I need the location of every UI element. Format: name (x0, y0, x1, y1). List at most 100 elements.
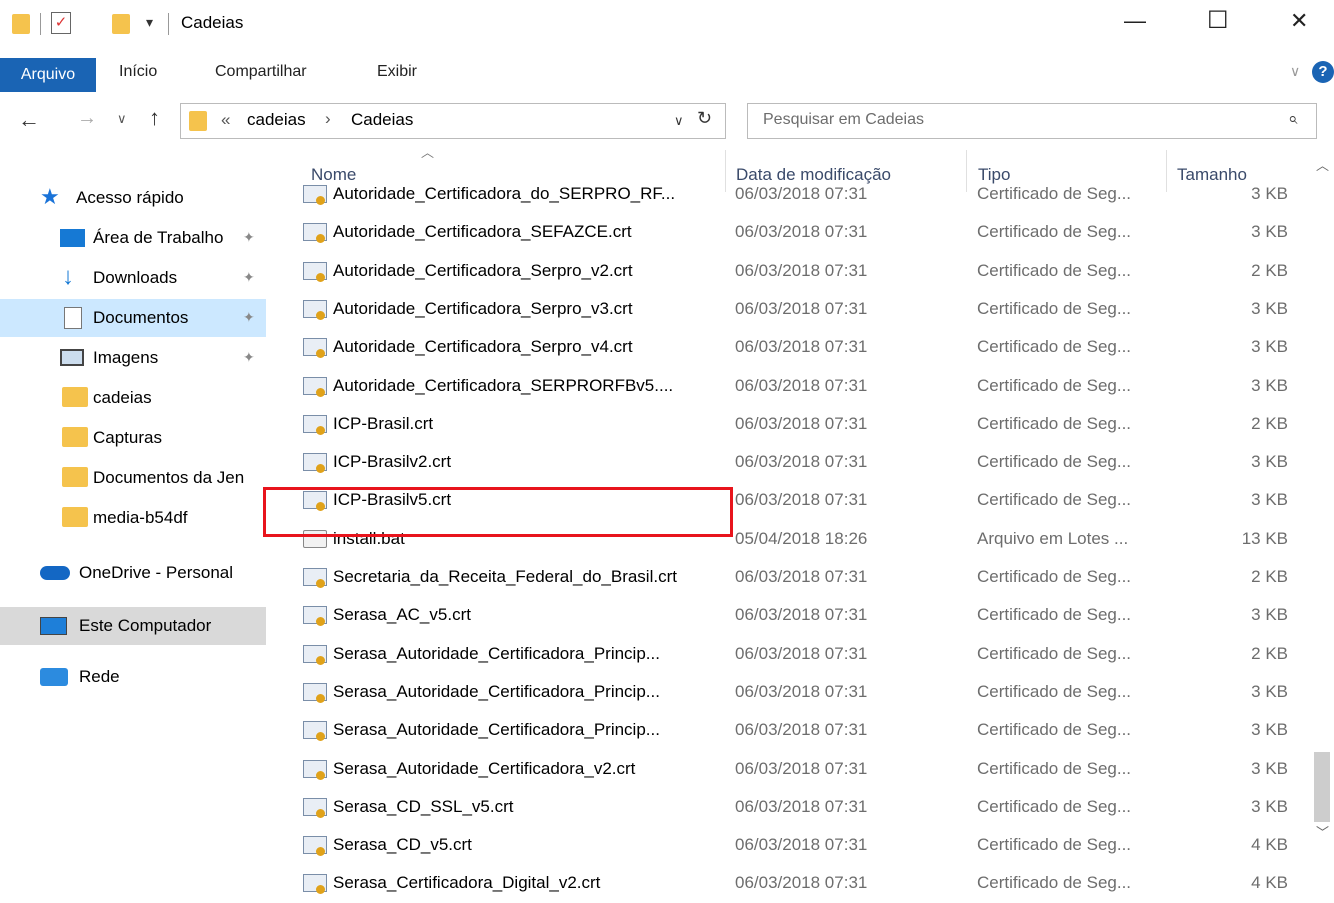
nav-label: Este Computador (79, 616, 212, 635)
file-row[interactable]: Serasa_Autoridade_Certificadora_v2.crt 06… (270, 751, 1306, 789)
file-date: 06/03/2018 07:31 (735, 490, 868, 510)
file-name: Autoridade_Certificadora_SERPRORFBv5.... (333, 375, 674, 395)
certificate-seal-icon (316, 617, 325, 627)
file-date: 06/03/2018 07:31 (735, 681, 868, 701)
nav-item-media-b54df[interactable]: media-b54df (0, 499, 266, 537)
file-size: 3 KB (1251, 337, 1288, 357)
file-name: Autoridade_Certificadora_Serpro_v3.crt (333, 298, 633, 318)
properties-checkbox-icon[interactable]: ✓ (51, 12, 71, 34)
file-row[interactable]: Autoridade_Certificadora_Serpro_v2.crt 06… (270, 253, 1306, 291)
vertical-scrollbar[interactable] (1310, 150, 1334, 841)
folder-icon (12, 14, 30, 34)
window-title: Cadeias (181, 13, 244, 32)
file-row[interactable]: Autoridade_Certificadora_Serpro_v3.crt 06… (270, 291, 1306, 329)
tab-exibir[interactable]: Exibir (377, 63, 417, 81)
close-button[interactable]: ✕ (1290, 8, 1308, 34)
file-name: Autoridade_Certificadora_SEFAZCE.crt (333, 222, 632, 242)
file-row[interactable]: Secretaria_da_Receita_Federal_do_Brasil.… (270, 559, 1306, 597)
folder-icon (62, 507, 88, 527)
tab-compartilhar[interactable]: Compartilhar (215, 63, 307, 81)
address-dropdown-icon[interactable]: ∨ (674, 113, 684, 129)
file-date: 06/03/2018 07:31 (735, 184, 868, 203)
file-name: Serasa_Certificadora_Digital_v2.crt (333, 873, 601, 893)
certificate-seal-icon (316, 770, 325, 780)
up-arrow-icon[interactable]: ↑ (149, 105, 160, 131)
back-arrow-icon[interactable]: ← (18, 107, 40, 133)
pin-icon[interactable]: ✦ (243, 349, 255, 366)
nav-label: Documentos da Jen (93, 468, 245, 487)
certificate-icon (303, 223, 327, 244)
nav-item-documentos-da-jen[interactable]: Documentos da Jen (0, 459, 266, 497)
file-row[interactable]: Serasa_CD_v5.crt 06/03/2018 07:31 Certific… (270, 827, 1306, 865)
file-size: 3 KB (1251, 490, 1288, 510)
certificate-seal-icon (316, 272, 325, 282)
nav-item-downloads[interactable]: ↓ Downloads ✦ (0, 259, 266, 297)
search-icon[interactable]: ⌕ (1288, 109, 1298, 129)
file-row[interactable]: Autoridade_Certificadora_SEFAZCE.crt 06/0… (270, 214, 1306, 252)
file-row[interactable]: Autoridade_Certificadora_do_SERPRO_RF...… (270, 176, 1306, 214)
pin-icon[interactable]: ✦ (243, 269, 255, 286)
quick-access-dropdown-icon[interactable]: ▾ (146, 14, 153, 31)
file-row[interactable]: Serasa_Autoridade_Certificadora_Princip.… (270, 636, 1306, 674)
scrollbar-thumb[interactable] (1314, 752, 1330, 822)
file-date: 06/03/2018 07:31 (735, 375, 868, 395)
file-row[interactable]: ICP-Brasil.crt 06/03/2018 07:31 Certificad… (270, 406, 1306, 444)
nav-item-este-computador[interactable]: Este Computador (0, 607, 266, 645)
tab-arquivo[interactable]: Arquivo (0, 58, 96, 92)
nav-item-rede[interactable]: Rede (0, 658, 266, 696)
certificate-icon (303, 836, 327, 857)
breadcrumb-separator[interactable]: › (325, 109, 331, 129)
tab-inicio[interactable]: Início (119, 63, 157, 81)
file-name: Serasa_Autoridade_Certificadora_v2.crt (333, 758, 636, 778)
pin-icon[interactable]: ✦ (243, 229, 255, 246)
address-bar[interactable]: « cadeias › Cadeias ∨ ↻ (180, 103, 726, 139)
file-date: 06/03/2018 07:31 (735, 452, 868, 472)
file-name: Serasa_Autoridade_Certificadora_Princip.… (333, 720, 660, 740)
nav-item-onedrive[interactable]: OneDrive - Personal (0, 554, 266, 592)
search-input[interactable]: Pesquisar em Cadeias (763, 111, 924, 129)
file-row[interactable]: Autoridade_Certificadora_Serpro_v4.crt 06… (270, 329, 1306, 367)
forward-arrow-icon[interactable]: → (77, 107, 97, 130)
search-box[interactable]: Pesquisar em Cadeias ⌕ (747, 103, 1317, 139)
file-row[interactable]: Serasa_Autoridade_Certificadora_Princip.… (270, 674, 1306, 712)
file-row[interactable]: Serasa_Certificadora_Digital_v2.crt 06/03… (270, 865, 1306, 903)
sort-ascending-icon: ︿ (421, 145, 435, 160)
certificate-icon (303, 721, 327, 742)
file-row[interactable]: Autoridade_Certificadora_SERPRORFBv5....… (270, 368, 1306, 406)
file-date: 06/03/2018 07:31 (735, 796, 868, 816)
scroll-down-icon[interactable]: ﹀ (1316, 822, 1329, 841)
star-icon: ★ (40, 184, 60, 209)
breadcrumb-cadeias[interactable]: Cadeias (351, 110, 413, 130)
file-size: 2 KB (1251, 643, 1288, 663)
scroll-up-icon[interactable]: ︿ (1316, 155, 1329, 174)
highlight-box (263, 487, 733, 537)
file-size: 3 KB (1251, 452, 1288, 472)
file-size: 3 KB (1251, 758, 1288, 778)
file-row[interactable]: ICP-Brasilv2.crt 06/03/2018 07:31 Certific… (270, 444, 1306, 482)
recent-locations-chevron-icon[interactable]: ∨ (117, 111, 127, 127)
nav-item-imagens[interactable]: Imagens ✦ (0, 339, 266, 377)
help-icon[interactable]: ? (1312, 61, 1334, 83)
file-type: Certificado de Seg... (977, 605, 1132, 625)
pin-icon[interactable]: ✦ (243, 309, 255, 326)
file-row[interactable]: Serasa_AC_v5.crt 06/03/2018 07:31 Certific… (270, 597, 1306, 635)
breadcrumb-overflow[interactable]: « (221, 110, 230, 130)
breadcrumb-cadeias-parent[interactable]: cadeias (247, 110, 306, 130)
certificate-seal-icon (316, 349, 325, 359)
file-row[interactable]: Serasa_Autoridade_Certificadora_Princip.… (270, 712, 1306, 750)
maximize-button[interactable]: ☐ (1207, 6, 1229, 35)
nav-item-cadeias[interactable]: cadeias (0, 379, 266, 417)
nav-item-capturas[interactable]: Capturas (0, 419, 266, 457)
file-type: Certificado de Seg... (977, 337, 1132, 357)
file-row[interactable]: Serasa_CD_SSL_v5.crt 06/03/2018 07:31 Cert… (270, 789, 1306, 827)
new-folder-icon[interactable] (112, 14, 130, 34)
file-date: 06/03/2018 07:31 (735, 643, 868, 663)
network-icon (40, 668, 68, 686)
nav-item-acesso-rapido[interactable]: ★ Acesso rápido (0, 179, 266, 217)
download-icon: ↓ (62, 263, 74, 290)
refresh-icon[interactable]: ↻ (697, 108, 712, 129)
nav-item-documentos[interactable]: Documentos ✦ (0, 299, 266, 337)
nav-item-area-de-trabalho[interactable]: Área de Trabalho ✦ (0, 219, 266, 257)
expand-ribbon-icon[interactable]: ∨ (1290, 63, 1300, 80)
minimize-button[interactable]: — (1124, 8, 1146, 34)
